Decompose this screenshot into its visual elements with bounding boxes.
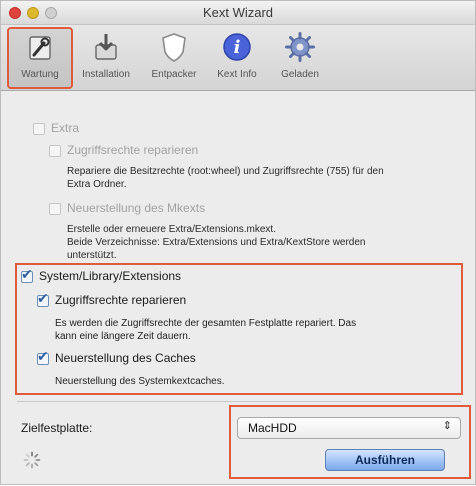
gear-icon — [285, 32, 315, 62]
section-divider — [17, 401, 461, 402]
system-rebuild-caches-checkbox[interactable] — [37, 349, 49, 365]
extra-repair-permissions-checkbox[interactable] — [49, 145, 61, 157]
run-button[interactable]: Ausführen — [325, 449, 445, 471]
installer-icon — [95, 34, 117, 60]
title-bar: Kext Wizard — [1, 1, 475, 25]
system-repair-permissions-description: Es werden die Zugriffsrechte der gesamte… — [55, 317, 356, 343]
toolbar-item-label: Geladen — [281, 69, 319, 80]
description-line: Erstelle oder erneuere Extra/Extensions.… — [67, 224, 276, 235]
description-line: Extra Ordner. — [67, 179, 127, 190]
target-disk-select[interactable]: MacHDD ⇕ — [237, 417, 461, 439]
window-title: Kext Wizard — [202, 5, 274, 20]
svg-text:i: i — [234, 37, 241, 58]
description-line: Es werden die Zugriffsrechte der gesamte… — [55, 318, 357, 329]
toolbar-item-wartung[interactable]: Wartung — [7, 27, 73, 89]
system-extensions-label: System/Library/Extensions — [39, 269, 182, 283]
info-icon: i — [223, 33, 251, 61]
target-disk-label: Zielfestplatte: — [21, 421, 93, 435]
description-line: kann eine längere Zeit dauern. — [55, 331, 191, 342]
description-line: Beide Verzeichnisse: Extra/Extensions un… — [67, 237, 366, 248]
spinner-icon — [23, 451, 41, 469]
description-line: unterstützt. — [67, 250, 117, 261]
extra-repair-permissions-label: Zugriffsrechte reparieren — [67, 143, 199, 157]
toolbar-item-label: Installation — [82, 69, 130, 80]
toolbar-item-label: Wartung — [21, 69, 59, 80]
system-repair-permissions-label: Zugriffsrechte reparieren — [55, 293, 187, 307]
extra-repair-permissions-description: Repariere die Besitzrechte (root:wheel) … — [67, 165, 384, 191]
extra-checkbox[interactable] — [33, 123, 45, 135]
description-line: Repariere die Besitzrechte (root:wheel) … — [67, 166, 384, 177]
system-extensions-checkbox[interactable] — [21, 267, 33, 283]
toolbar-item-installation[interactable]: Installation — [75, 29, 137, 87]
toolbar-item-kext-info[interactable]: i Kext Info — [206, 29, 268, 87]
system-rebuild-caches-description: Neuerstellung des Systemkextcaches. — [55, 375, 225, 388]
extra-rebuild-mkext-checkbox[interactable] — [49, 203, 61, 215]
description-line: Neuerstellung des Systemkextcaches. — [55, 376, 225, 387]
toolbar-item-entpacker[interactable]: Entpacker — [143, 29, 205, 87]
wrench-doc-icon — [29, 36, 51, 60]
extra-rebuild-mkext-label: Neuerstellung des Mkexts — [67, 201, 206, 215]
system-repair-permissions-checkbox[interactable] — [37, 291, 49, 307]
extra-rebuild-mkext-description: Erstelle oder erneuere Extra/Extensions.… — [67, 223, 366, 262]
system-rebuild-caches-label: Neuerstellung des Caches — [55, 351, 196, 365]
chevron-updown-icon: ⇕ — [442, 419, 452, 432]
target-disk-value: MacHDD — [248, 421, 297, 435]
toolbar-item-geladen[interactable]: Geladen — [269, 29, 331, 87]
toolbar: Wartung Installation Entpacker i Kext In… — [1, 25, 475, 91]
extra-label: Extra — [51, 121, 80, 135]
shield-icon — [162, 33, 186, 62]
toolbar-item-label: Kext Info — [217, 69, 257, 80]
toolbar-item-label: Entpacker — [151, 69, 197, 80]
app-window: Kext Wizard Wartung Installation Entpack… — [0, 0, 476, 485]
maintenance-pane: Extra Zugriffsrechte reparieren Reparier… — [1, 91, 475, 486]
